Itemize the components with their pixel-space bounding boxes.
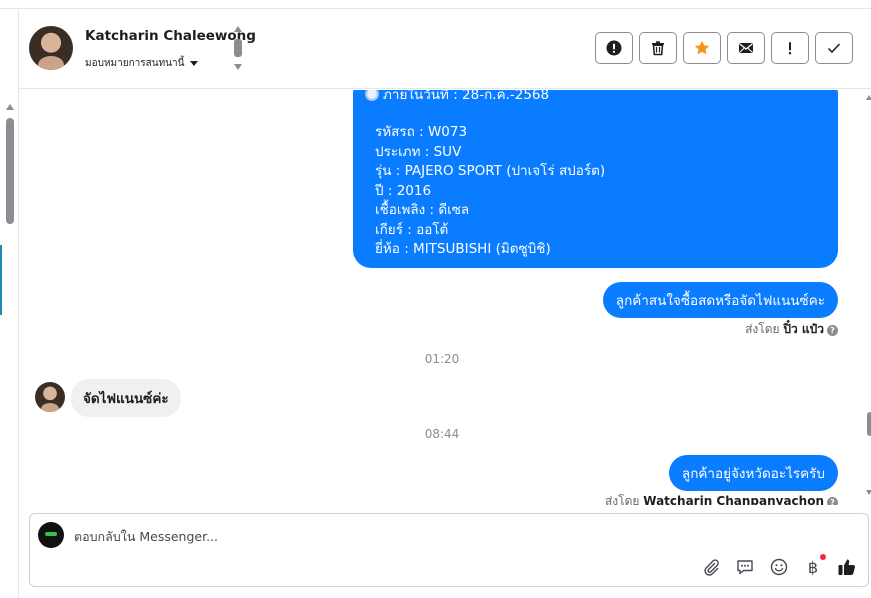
page-logo	[38, 522, 64, 548]
detail-line: ประเภท : SUV	[375, 143, 462, 160]
arrow-up-icon[interactable]	[234, 26, 242, 32]
important-button[interactable]	[771, 32, 809, 64]
mark-unread-button[interactable]	[727, 32, 765, 64]
outgoing-message-bubble[interactable]: ภายในวันที่ : 28-ก.ค.-2568 รหัสรถ : W073…	[353, 90, 838, 268]
saved-reply-icon	[737, 560, 753, 575]
assign-conversation-dropdown[interactable]: มอบหมายการสนทนานี้	[85, 56, 199, 71]
reply-input[interactable]	[74, 526, 774, 546]
sent-by-label: ส่งโดย ปิ๋ว แป๋ว?	[745, 320, 838, 339]
contact-avatar-small[interactable]	[35, 382, 65, 412]
sender-name[interactable]: Watcharin Chanpanyachon	[643, 494, 824, 505]
like-icon	[838, 559, 855, 575]
caret-down-icon	[190, 60, 199, 66]
message-thread[interactable]: ภายในวันที่ : 28-ก.ค.-2568 รหัสรถ : W073…	[19, 90, 865, 505]
star-button[interactable]	[683, 32, 721, 64]
deadline-line: ภายในวันที่ : 28-ก.ค.-2568	[365, 90, 549, 106]
saved-replies-button[interactable]	[734, 556, 756, 578]
page-scrollbar[interactable]	[0, 98, 18, 598]
timestamp: 08:44	[424, 427, 460, 441]
scroll-down-arrow-icon[interactable]	[866, 490, 871, 495]
contact-avatar[interactable]	[29, 26, 73, 70]
sent-by-prefix: ส่งโดย	[745, 322, 780, 336]
delete-button[interactable]	[639, 32, 677, 64]
sent-by-prefix: ส่งโดย	[604, 494, 640, 505]
detail-line: เชื้อเพลิง : ดีเซล	[375, 202, 470, 218]
outgoing-message-bubble[interactable]: ลูกค้าสนใจซื้อสดหรือจัดไฟแนนซ์คะ	[602, 282, 838, 318]
stopwatch-icon	[365, 90, 379, 101]
report-spam-button[interactable]	[595, 32, 633, 64]
exclamation-icon	[788, 42, 792, 55]
notification-dot	[820, 554, 826, 560]
thread-scrollbar[interactable]	[865, 90, 871, 505]
mark-done-button[interactable]	[815, 32, 853, 64]
reply-composer: ฿	[29, 513, 869, 587]
detail-line: ยี่ห้อ : MITSUBISHI (มิตซูบิชิ)	[375, 241, 551, 257]
trash-icon	[652, 41, 664, 56]
check-icon	[827, 43, 841, 54]
composer-tools: ฿	[700, 554, 858, 578]
payment-button[interactable]: ฿	[802, 554, 826, 578]
conversation-header: Katcharin Chaleewong มอบหมายการสนทนานี้	[19, 10, 871, 89]
alert-circle-icon	[606, 40, 622, 56]
scroll-up-arrow-icon[interactable]	[6, 104, 14, 110]
scroll-up-arrow-icon[interactable]	[866, 95, 871, 100]
detail-line: เกียร์ : ออโต้	[375, 221, 449, 238]
outgoing-message-bubble[interactable]: ลูกค้าอยู่จังหวัดอะไรครับ	[668, 455, 838, 491]
help-icon[interactable]: ?	[827, 325, 838, 336]
help-icon[interactable]: ?	[827, 497, 838, 505]
vehicle-details: รหัสรถ : W073 ประเภท : SUV รุ่น : PAJERO…	[375, 123, 605, 260]
emoji-icon	[770, 558, 788, 576]
scroll-thumb[interactable]	[234, 39, 242, 57]
sent-by-label: ส่งโดย Watcharin Chanpanyachon?	[605, 492, 838, 505]
paperclip-icon	[704, 559, 719, 576]
timestamp: 01:20	[424, 352, 460, 366]
scrollbar-thumb[interactable]	[6, 118, 14, 224]
top-border	[0, 0, 871, 9]
envelope-icon	[739, 43, 753, 53]
payment-icon: ฿	[807, 557, 819, 577]
like-button[interactable]	[836, 556, 858, 578]
emoji-button[interactable]	[768, 556, 790, 578]
arrow-down-icon[interactable]	[234, 64, 242, 70]
sender-name[interactable]: ปิ๋ว แป๋ว	[783, 322, 824, 336]
detail-line: รหัสรถ : W073	[375, 124, 468, 140]
contact-name[interactable]: Katcharin Chaleewong	[85, 28, 256, 44]
active-conversation-indicator	[0, 245, 2, 315]
assign-label: มอบหมายการสนทนานี้	[85, 58, 185, 69]
deadline-text: ภายในวันที่ : 28-ก.ค.-2568	[383, 90, 550, 103]
detail-line: ปี : 2016	[375, 182, 432, 199]
detail-line: รุ่น : PAJERO SPORT (ปาเจโร่ สปอร์ต)	[375, 163, 606, 179]
scrollbar-thumb[interactable]	[867, 412, 871, 436]
incoming-message-bubble[interactable]: จัดไฟแนนซ์ค่ะ	[71, 379, 181, 417]
star-icon	[694, 40, 710, 55]
attach-button[interactable]	[700, 556, 722, 578]
header-scroll-control[interactable]	[233, 26, 243, 72]
conversation-actions	[595, 32, 853, 64]
